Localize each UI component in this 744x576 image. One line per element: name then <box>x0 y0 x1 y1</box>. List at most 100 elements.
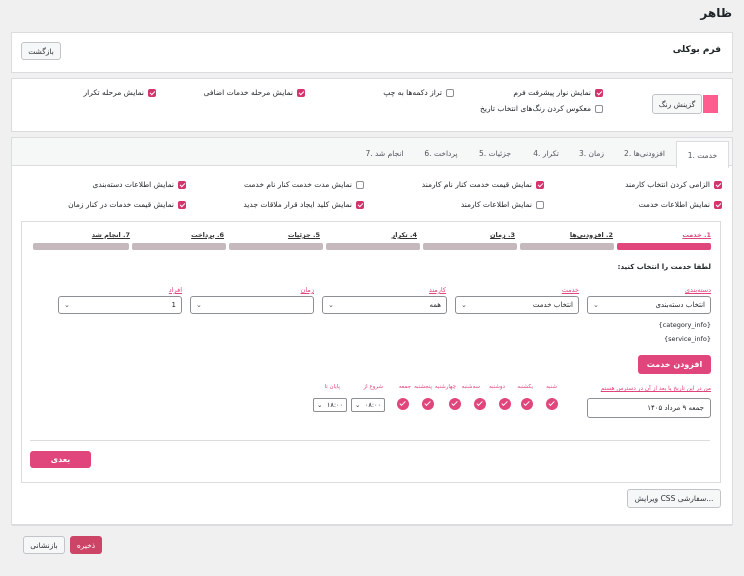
color-picker-button[interactable]: گزینش رنگ <box>652 94 702 114</box>
tab-time[interactable]: 3. زمان <box>570 141 613 166</box>
employee-select[interactable]: همه ⌄ <box>322 296 447 314</box>
checkbox-checked[interactable] <box>714 200 722 209</box>
chevron-down-icon: ⌄ <box>593 301 599 309</box>
checkbox-checked[interactable] <box>297 88 305 97</box>
option-duration-next-to-service[interactable]: نمایش مدت خدمت کنار نام خدمت <box>244 180 364 189</box>
checkbox-checked[interactable] <box>595 88 603 97</box>
chevron-down-icon: ⌄ <box>461 301 467 309</box>
day-checkbox-wednesday[interactable] <box>449 398 461 410</box>
chevron-down-icon: ⌄ <box>328 301 334 309</box>
preview-divider <box>30 440 710 441</box>
day-checkbox-sunday[interactable] <box>521 398 533 410</box>
day-label-monday: دوشنبه <box>489 384 505 390</box>
progress-step-details: 5. جزئیات <box>287 231 320 239</box>
option-show-progress-bar[interactable]: نمایش نوار پیشرفت فرم <box>513 88 603 97</box>
progress-bar-segment <box>520 243 614 250</box>
day-checkbox-saturday[interactable] <box>546 398 558 410</box>
checkbox-unchecked[interactable] <box>356 180 364 189</box>
tab-done[interactable]: 7. انجام شد <box>355 141 414 166</box>
progress-bar-segment <box>423 243 517 250</box>
category-info: {category_info} <box>658 321 711 329</box>
chevron-down-icon: ⌄ <box>355 401 361 409</box>
back-button[interactable]: بازگشت <box>21 42 61 60</box>
end-time-label: پایان تا <box>324 384 340 390</box>
tab-extras[interactable]: 2. افزودنی‌ها <box>613 141 676 166</box>
day-checkbox-thursday[interactable] <box>422 398 434 410</box>
progress-bar-segment-active <box>617 243 711 250</box>
option-show-repeat-step[interactable]: نمایش مرحله تکرار <box>84 88 156 97</box>
start-time-select[interactable]: ⌄ ۰۸:۰۰ <box>351 398 385 412</box>
checkbox-checked[interactable] <box>356 200 364 209</box>
progress-step-extras: 2. افزودنی‌ها <box>569 231 613 239</box>
employee-label: کارمند <box>428 286 446 294</box>
checkbox-unchecked[interactable] <box>536 200 544 209</box>
option-price-next-to-time[interactable]: نمایش قیمت خدمات در کنار زمان <box>68 200 186 209</box>
service-select[interactable]: انتخاب خدمت ⌄ <box>455 296 579 314</box>
day-label-saturday: شنبه <box>546 384 557 390</box>
service-label: خدمت <box>561 286 579 294</box>
start-time-label: شروع از <box>363 384 383 390</box>
end-time-select[interactable]: ⌄ ۱۸:۰۰ <box>313 398 347 412</box>
form-preview <box>21 221 721 483</box>
tab-details[interactable]: 5. جزئیات <box>468 141 522 166</box>
progress-step-service: 1. خدمت <box>682 231 711 239</box>
next-button[interactable]: بعدی <box>30 451 91 468</box>
checkbox-unchecked[interactable] <box>595 104 603 113</box>
save-button[interactable]: ذخیره <box>70 536 102 554</box>
form-header-panel <box>11 32 733 73</box>
form-name: فرم بوکلی <box>672 45 721 55</box>
checkbox-checked[interactable] <box>714 180 722 189</box>
category-label: دسته‌بندی <box>684 286 711 294</box>
date-input[interactable]: جمعه ۹ مرداد ۱۴۰۵ <box>587 398 711 418</box>
footer-divider <box>12 525 732 526</box>
progress-bar-segment <box>229 243 323 250</box>
option-show-extras-step[interactable]: نمایش مرحله خدمات اضافی <box>204 88 305 97</box>
progress-bar-segment <box>326 243 420 250</box>
checkbox-unchecked[interactable] <box>446 88 454 97</box>
checkbox-checked[interactable] <box>148 88 156 97</box>
category-select[interactable]: انتخاب دسته‌بندی ⌄ <box>587 296 711 314</box>
color-swatch[interactable] <box>703 95 718 113</box>
add-service-button[interactable]: افزودن خدمت <box>638 355 711 374</box>
day-checkbox-monday[interactable] <box>499 398 511 410</box>
progress-step-done: 7. انجام شد <box>91 231 130 239</box>
option-show-category-info[interactable]: نمایش اطلاعات دسته‌بندی <box>92 180 186 189</box>
time-select[interactable]: ⌄ <box>190 296 314 314</box>
option-require-employee[interactable]: الزامی کردن انتخاب کارمند <box>625 180 722 189</box>
tab-repeat[interactable]: 4. تکرار <box>522 141 570 166</box>
option-new-appointment-button[interactable]: نمایش کلید ایجاد قرار ملاقات جدید <box>243 200 364 209</box>
checkbox-checked[interactable] <box>178 180 186 189</box>
day-label-friday: جمعه <box>398 384 411 390</box>
progress-step-payment: 6. پرداخت <box>191 231 224 239</box>
checkbox-checked[interactable] <box>536 180 544 189</box>
time-label: زمان <box>300 286 314 294</box>
edit-custom-css-button[interactable]: ویرایش CSS سفارشی... <box>627 489 721 508</box>
progress-step-repeat: 4. تکرار <box>391 231 418 239</box>
reset-button[interactable]: بازنشانی <box>23 536 65 554</box>
chevron-down-icon: ⌄ <box>196 301 202 309</box>
chevron-down-icon: ⌄ <box>64 301 70 309</box>
progress-bar-segment <box>33 243 129 250</box>
option-show-employee-info[interactable]: نمایش اطلاعات کارمند <box>461 200 544 209</box>
date-label: من در این تاریخ یا بعد از آن در دسترس هس… <box>600 386 711 392</box>
persons-label: افراد <box>168 286 182 294</box>
page-title: ظاهر <box>700 6 732 20</box>
day-label-wednesday: چهارشنبه <box>434 384 456 390</box>
option-invert-datepicker-colors[interactable]: معکوس کردن رنگ‌های انتخاب تاریخ <box>480 104 603 113</box>
persons-select[interactable]: 1 ⌄ <box>58 296 182 314</box>
appearance-settings-panel <box>11 78 733 132</box>
day-checkbox-friday[interactable] <box>397 398 409 410</box>
day-checkbox-tuesday[interactable] <box>474 398 486 410</box>
day-label-tuesday: سه‌شنبه <box>461 384 480 390</box>
progress-bar-segment <box>132 243 226 250</box>
service-instruction: لطفا خدمت را انتخاب کنید: <box>617 263 711 271</box>
option-align-buttons-left[interactable]: تراز دکمه‌ها به چپ <box>383 88 454 97</box>
progress-step-time: 3. زمان <box>489 231 515 239</box>
checkbox-checked[interactable] <box>178 200 186 209</box>
tab-service[interactable]: 1. خدمت <box>676 141 729 168</box>
chevron-down-icon: ⌄ <box>317 401 323 409</box>
tab-payment[interactable]: 6. پرداخت <box>414 141 468 166</box>
option-show-service-info[interactable]: نمایش اطلاعات خدمت <box>639 200 722 209</box>
service-info: {service_info} <box>664 335 711 343</box>
option-price-next-to-employee[interactable]: نمایش قیمت خدمت کنار نام کارمند <box>422 180 544 189</box>
